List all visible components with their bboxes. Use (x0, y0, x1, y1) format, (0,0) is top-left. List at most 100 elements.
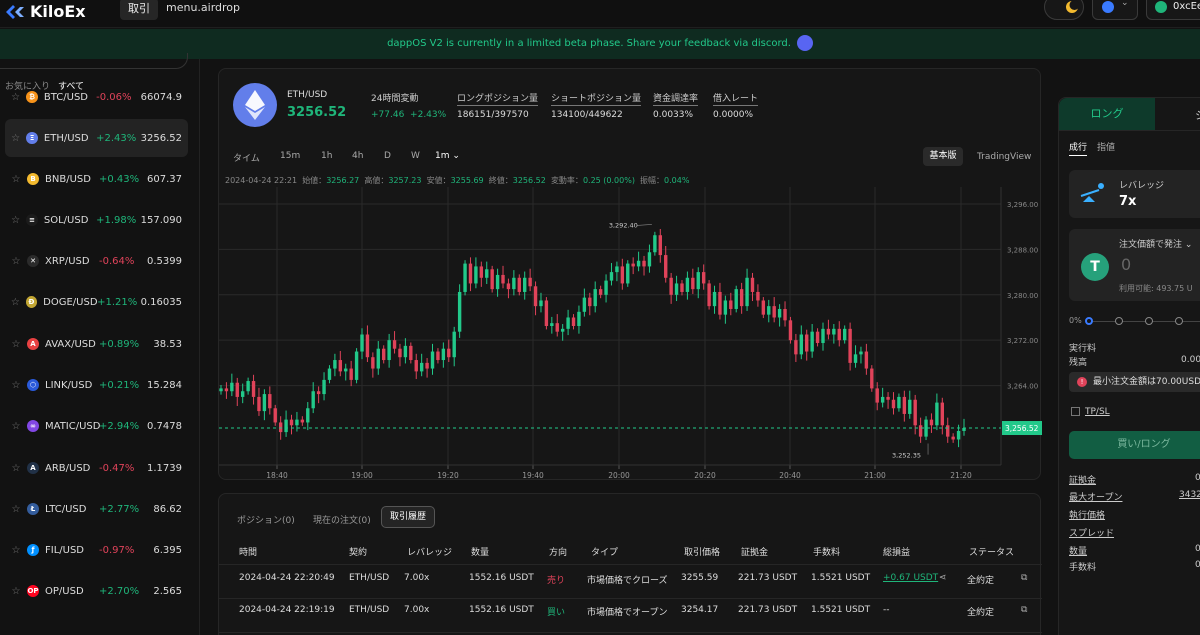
market-row-fil[interactable]: ☆ ƒ FIL/USD -0.97% 6.395 (5, 531, 188, 569)
candle-body (447, 348, 451, 358)
tf-w[interactable]: W (411, 151, 420, 161)
tf-15m[interactable]: 15m (280, 151, 300, 161)
order-type-market[interactable]: 成行 (1069, 140, 1088, 156)
tab-trade-history[interactable]: 取引履歴 (381, 506, 436, 528)
ohlc-change-label: 変動率： (550, 176, 583, 185)
discord-icon[interactable] (796, 35, 813, 51)
amount-slider[interactable] (1087, 321, 1200, 322)
favorite-star-icon[interactable]: ☆ (5, 380, 27, 391)
ohlc-readout: 2024-04-24 22:21 始値：3256.27 高値：3257.23 安… (225, 175, 689, 186)
coin-icon: ∞ (27, 420, 39, 432)
favorite-star-icon[interactable]: ☆ (5, 174, 27, 185)
amount-mode-dropdown[interactable]: 注文価額で発注 ⌄ (1119, 237, 1192, 250)
favorite-star-icon[interactable]: ☆ (5, 545, 27, 556)
table-divider (219, 632, 1042, 633)
cell-pnl[interactable]: -- (883, 605, 890, 615)
cell-side: 買い (547, 608, 566, 618)
tf-d[interactable]: D (384, 151, 391, 161)
nav-trade[interactable]: 取引 (120, 0, 158, 20)
candle-body (430, 351, 435, 369)
candle-body (278, 422, 283, 433)
favorite-star-icon[interactable]: ☆ (5, 586, 27, 597)
wallet-button[interactable]: 0xcEe (1146, 0, 1200, 20)
candle-body (512, 277, 516, 290)
tab-long[interactable]: ロング (1059, 98, 1155, 130)
candle-body (577, 311, 581, 326)
stat-short-label[interactable]: ショートポジション量 (551, 94, 642, 106)
stat-borrow-label[interactable]: 借入レート (713, 94, 759, 106)
tf-4h[interactable]: 4h (352, 151, 363, 161)
candle-body (333, 360, 337, 369)
leverage-selector[interactable]: レバレッジ 7x (1069, 170, 1200, 218)
column-header: 取引価格 (684, 548, 721, 558)
brand-logo[interactable]: KiloEx (6, 2, 86, 21)
market-row-ltc[interactable]: ☆ Ł LTC/USD +2.77% 86.62 (5, 490, 188, 528)
amount-input[interactable]: 0 (1121, 255, 1131, 274)
favorite-star-icon[interactable]: ☆ (5, 297, 26, 308)
tab-open-orders[interactable]: 現在の注文(0) (313, 513, 371, 526)
detail-icon[interactable]: ⧉ (1021, 605, 1027, 615)
tf-1h[interactable]: 1h (321, 151, 332, 161)
tf-1m[interactable]: 1m ⌄ (435, 151, 460, 161)
candle-body (853, 354, 858, 363)
candle-body (517, 277, 521, 292)
candle-body (485, 269, 489, 278)
chevron-down-icon: ⌄ (1184, 240, 1193, 250)
market-row-op[interactable]: ☆ OP OP/USD +2.70% 2.565 (5, 572, 188, 610)
slider-step-50[interactable] (1145, 317, 1153, 325)
cell-contract: ETH/USD (349, 573, 390, 583)
market-row-link[interactable]: ☆ ⬡ LINK/USD +0.21% 15.284 (5, 366, 188, 404)
coin-price: 0.5399 (147, 255, 182, 267)
market-row-xrp[interactable]: ☆ ✕ XRP/USD -0.64% 0.5399 (5, 242, 188, 280)
max-marker (636, 224, 652, 226)
market-row-bnb[interactable]: ☆ B BNB/USD +0.43% 607.37 (5, 160, 188, 198)
tf-time[interactable]: タイム (233, 151, 260, 164)
search-input[interactable] (0, 53, 188, 69)
nav-airdrop[interactable]: menu.airdrop (166, 0, 240, 16)
candle-body (918, 425, 923, 437)
basic-view-button[interactable]: 基本版 (923, 147, 963, 166)
cell-type: 市場価格でオープン (587, 608, 668, 618)
candle-body (219, 388, 223, 392)
favorite-star-icon[interactable]: ☆ (5, 504, 27, 515)
candle-body (555, 323, 559, 332)
market-row-arb[interactable]: ☆ A ARB/USD -0.47% 1.1739 (5, 449, 188, 487)
tab-short[interactable]: ショ (1195, 107, 1200, 123)
tpsl-checkbox[interactable] (1071, 407, 1080, 416)
favorite-star-icon[interactable]: ☆ (5, 463, 27, 474)
market-row-sol[interactable]: ☆ ≡ SOL/USD +1.98% 157.090 (5, 201, 188, 239)
market-row-avax[interactable]: ☆ A AVAX/USD +0.89% 38.53 (5, 325, 188, 363)
favorite-star-icon[interactable]: ☆ (5, 133, 26, 144)
favorite-star-icon[interactable]: ☆ (5, 339, 27, 350)
slider-step-25[interactable] (1115, 317, 1123, 325)
buy-long-button[interactable]: 買い/ロング (1069, 431, 1200, 459)
stat-funding-label[interactable]: 資金調達率 (653, 94, 699, 106)
eth-logo-icon (233, 83, 277, 127)
market-row-eth[interactable]: ☆ Ξ ETH/USD +2.43% 3256.52 (5, 119, 188, 157)
tab-positions[interactable]: ポジション(0) (237, 513, 295, 526)
candle-body (523, 277, 527, 292)
market-row-btc[interactable]: ☆ ₿ BTC/USD -0.06% 66074.9 (5, 78, 188, 116)
network-selector[interactable]: ⌄ (1092, 0, 1138, 20)
tradingview-button[interactable]: TradingView (977, 152, 1031, 162)
favorite-star-icon[interactable]: ☆ (5, 421, 27, 432)
order-type-limit[interactable]: 指値 (1097, 140, 1115, 153)
favorite-star-icon[interactable]: ☆ (5, 215, 26, 226)
price-chart[interactable]: 3,296.00 3,288.00 3,280.00 3,272.00 3,264.00… (219, 187, 1042, 479)
theme-toggle[interactable] (1044, 0, 1084, 20)
slider-handle[interactable] (1085, 317, 1093, 325)
candle-body (815, 331, 820, 344)
favorite-star-icon[interactable]: ☆ (5, 256, 27, 267)
slider-step-75[interactable] (1175, 317, 1183, 325)
share-icon[interactable]: ⋖ (939, 573, 947, 583)
detail-icon[interactable]: ⧉ (1021, 573, 1027, 583)
cell-pnl[interactable]: +0.67 USDT (883, 573, 938, 583)
qty-value: 0 (1195, 544, 1200, 554)
tpsl-label[interactable]: TP/SL (1085, 407, 1110, 417)
candle-body (230, 382, 234, 392)
market-row-matic[interactable]: ☆ ∞ MATIC/USD +2.94% 0.7478 (5, 407, 188, 445)
stat-24h-abs: +77.46 (371, 110, 405, 120)
favorite-star-icon[interactable]: ☆ (5, 92, 26, 103)
stat-long-label[interactable]: ロングポジション量 (457, 94, 539, 106)
market-row-doge[interactable]: ☆ Ð DOGE/USD +1.21% 0.16035 (5, 283, 188, 321)
